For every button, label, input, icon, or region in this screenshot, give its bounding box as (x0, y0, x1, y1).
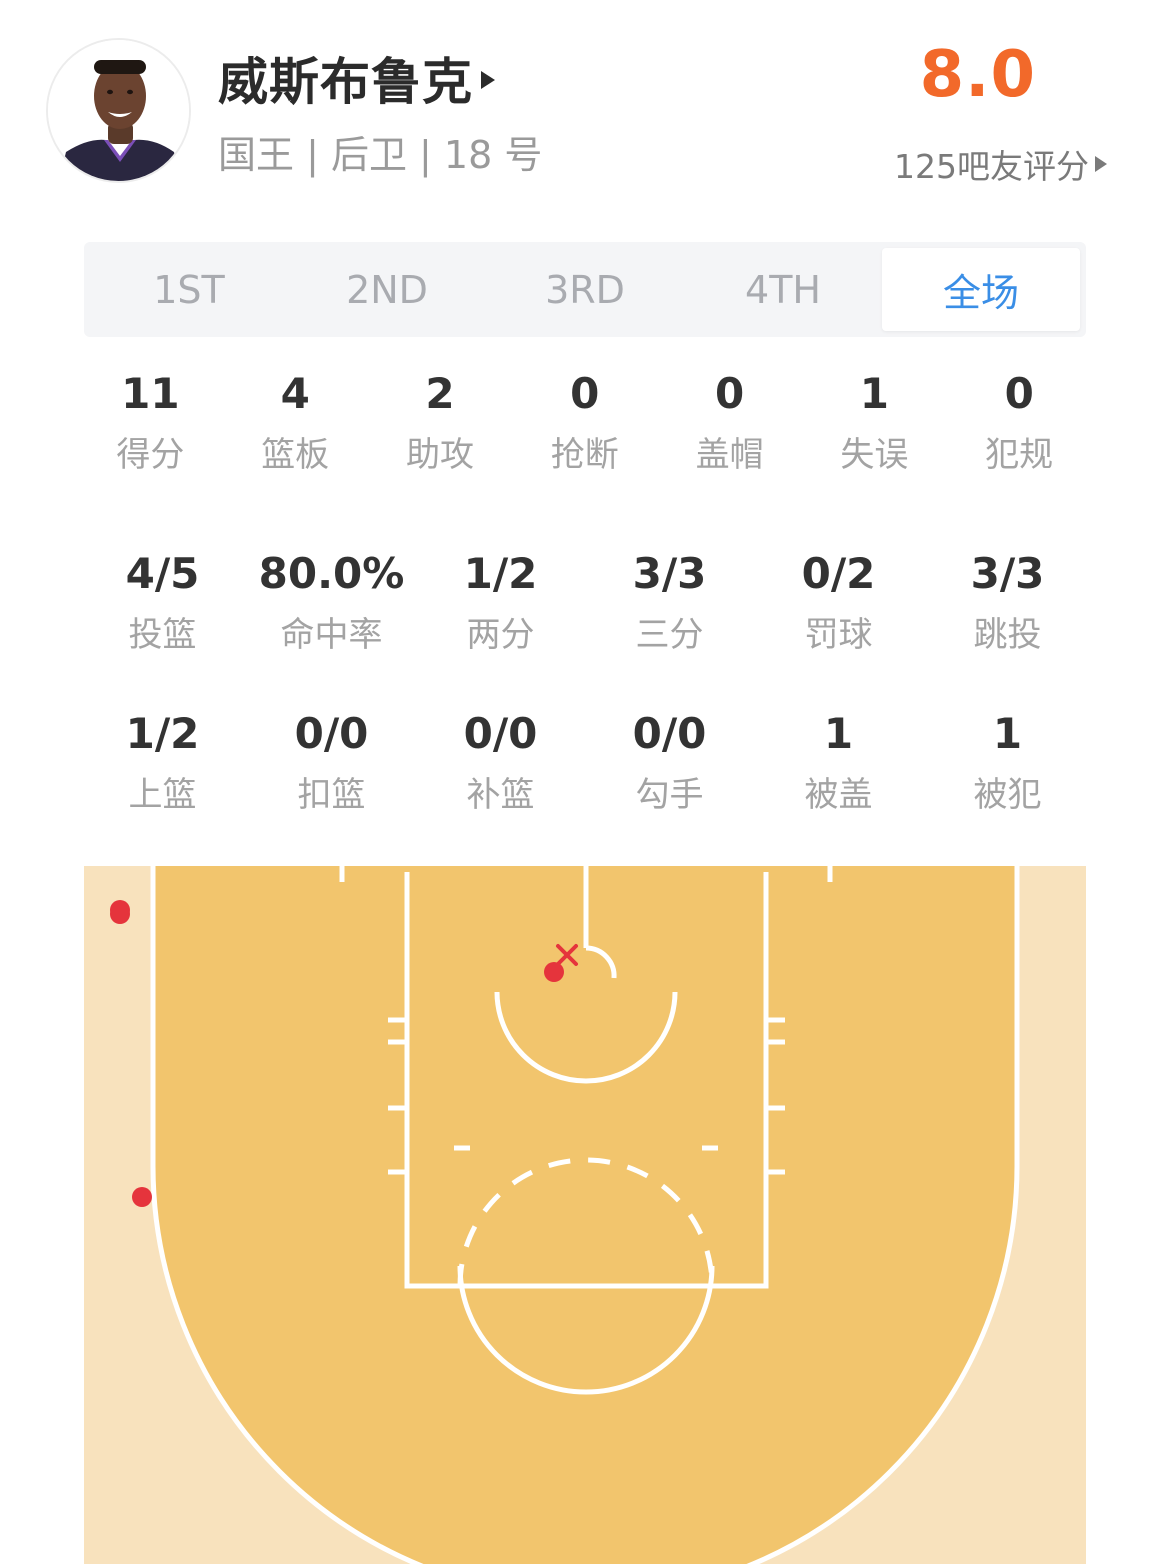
player-avatar[interactable] (46, 38, 191, 183)
stat-label: 勾手 (635, 775, 704, 815)
stat-label: 两分 (466, 615, 535, 655)
made-shot-dot-icon (544, 962, 564, 982)
stat-dunk: 0/0 扣篮 (247, 706, 416, 820)
player-name-link[interactable]: 威斯布鲁克 (218, 46, 495, 111)
tab-2nd[interactable]: 2ND (288, 248, 486, 331)
stat-assists: 2 助攻 (368, 366, 513, 480)
stat-label: 罚球 (804, 615, 873, 655)
stat-label: 失误 (840, 435, 909, 475)
stat-value: 0/0 (294, 709, 369, 758)
stat-label: 跳投 (973, 615, 1042, 655)
stat-steals: 0 抢断 (512, 366, 657, 480)
tab-4th[interactable]: 4TH (684, 248, 882, 331)
stat-turnovers: 1 失误 (802, 366, 947, 480)
stat-rebounds: 4 篮板 (223, 366, 368, 480)
stat-value: 3/3 (632, 549, 707, 598)
play-arrow-icon (1095, 156, 1107, 172)
stat-value: 1 (859, 369, 889, 418)
stat-label: 犯规 (985, 435, 1054, 475)
stat-blocks: 0 盖帽 (657, 366, 802, 480)
stat-value: 1 (992, 709, 1023, 758)
stat-label: 被盖 (804, 775, 873, 815)
stat-label: 投篮 (128, 615, 197, 655)
stat-value: 1/2 (125, 709, 200, 758)
stat-value: 0 (714, 369, 745, 418)
stat-points: 11 得分 (78, 366, 223, 480)
stat-label: 抢断 (550, 435, 619, 475)
stat-ft: 0/2 罚球 (754, 546, 923, 660)
stat-fg: 4/5 投篮 (78, 546, 247, 660)
rating-count-link[interactable]: 125吧友评分 (894, 142, 1107, 186)
stat-value: 80.0% (258, 549, 405, 598)
main-stats-row: 11 得分 4 篮板 2 助攻 0 抢断 0 盖帽 1 失误 0 犯规 (78, 366, 1092, 480)
stat-label: 盖帽 (695, 435, 764, 475)
player-name: 威斯布鲁克 (218, 53, 473, 111)
stat-hook: 0/0 勾手 (585, 706, 754, 820)
stat-fg-pct: 80.0% 命中率 (247, 546, 416, 660)
rating-count: 125吧友评分 (894, 147, 1089, 186)
stat-putback: 0/0 补篮 (416, 706, 585, 820)
tab-1st[interactable]: 1ST (90, 248, 288, 331)
detail-stats-row: 1/2 上篮 0/0 扣篮 0/0 补篮 0/0 勾手 1 被盖 1 被犯 (78, 706, 1092, 820)
stat-label: 上篮 (128, 775, 197, 815)
shot-chart-court (84, 866, 1086, 1564)
stat-3pt: 3/3 三分 (585, 546, 754, 660)
stat-value: 1/2 (463, 549, 538, 598)
stat-label: 补篮 (466, 775, 535, 815)
stat-layup: 1/2 上篮 (78, 706, 247, 820)
made-shot-dot-icon (132, 1187, 152, 1207)
stat-value: 2 (425, 369, 455, 418)
tab-3rd[interactable]: 3RD (486, 248, 684, 331)
player-meta: 国王 | 后卫 | 18 号 (218, 133, 543, 177)
stat-label: 篮板 (261, 435, 330, 475)
stat-label: 助攻 (405, 435, 474, 475)
stat-fouled: 1 被犯 (923, 706, 1092, 820)
three-point-area (153, 866, 1017, 1564)
made-shot-dot-icon (110, 904, 130, 924)
stat-blocked: 1 被盖 (754, 706, 923, 820)
stat-jumpshot: 3/3 跳投 (923, 546, 1092, 660)
stat-value: 0 (570, 369, 600, 418)
stat-label: 三分 (635, 615, 704, 655)
stat-value: 0/0 (463, 709, 538, 758)
stat-value: 0/0 (632, 709, 707, 758)
stat-label: 命中率 (280, 615, 383, 655)
court-diagram (84, 866, 1086, 1564)
tab-full-game[interactable]: 全场 (882, 248, 1080, 331)
player-photo-icon (48, 40, 189, 181)
stat-label: 被犯 (973, 775, 1042, 815)
stat-label: 得分 (116, 435, 185, 475)
play-arrow-icon (481, 71, 495, 89)
stat-value: 0/2 (801, 549, 876, 598)
stat-label: 扣篮 (297, 775, 366, 815)
period-tabs: 1ST 2ND 3RD 4TH 全场 (84, 242, 1086, 337)
stat-value: 3/3 (970, 549, 1045, 598)
stat-value: 0 (1004, 369, 1034, 418)
stat-value: 11 (121, 369, 180, 418)
stat-fouls: 0 犯规 (947, 366, 1092, 480)
stat-2pt: 1/2 两分 (416, 546, 585, 660)
stat-value: 4/5 (125, 549, 200, 598)
stat-value: 1 (823, 709, 854, 758)
stat-value: 4 (280, 369, 310, 418)
shooting-stats-row: 4/5 投篮 80.0% 命中率 1/2 两分 3/3 三分 0/2 罚球 3/… (78, 546, 1092, 660)
rating-score: 8.0 (919, 38, 1036, 112)
